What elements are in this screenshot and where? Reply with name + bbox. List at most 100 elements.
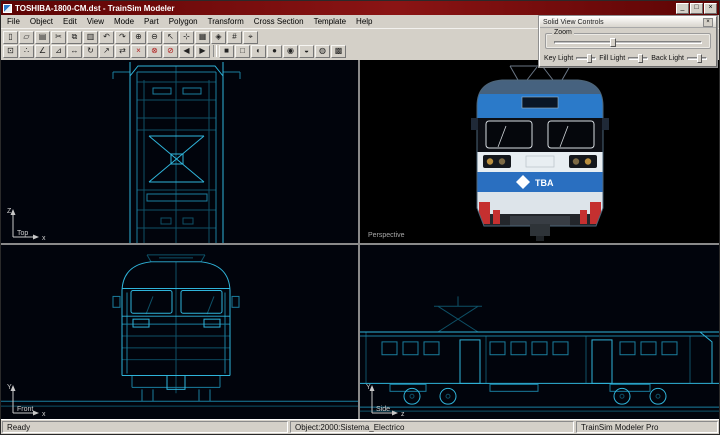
viewport-perspective[interactable]: TBA Perspective: [360, 60, 719, 243]
close-button[interactable]: ×: [704, 3, 717, 14]
palette-close-button[interactable]: ×: [703, 18, 713, 27]
new-file-icon[interactable]: ▯: [3, 31, 18, 44]
menu-item-object[interactable]: Object: [25, 15, 58, 28]
smooth-shade-mode-icon[interactable]: ●: [267, 45, 282, 58]
axis-up-label: Y: [7, 384, 12, 391]
wireframe-mode-icon[interactable]: ■: [219, 45, 234, 58]
window-title: TOSHIBA-1800-CM.dst - TrainSim Modeler: [15, 4, 174, 13]
paste-icon[interactable]: ▥: [83, 31, 98, 44]
key-light-label: Key Light: [544, 55, 573, 62]
side-view-wireframe: [360, 245, 719, 419]
redo-icon[interactable]: ↷: [115, 31, 130, 44]
menu-item-polygon[interactable]: Polygon: [164, 15, 203, 28]
toolbar-separator: [213, 45, 217, 57]
measure-icon[interactable]: #: [227, 31, 242, 44]
grid-icon[interactable]: ▦: [195, 31, 210, 44]
back-light-slider[interactable]: [687, 54, 707, 63]
pointer-icon[interactable]: ↖: [163, 31, 178, 44]
viewport-area: Z x Top: [1, 60, 719, 419]
zoom-groupbox: Zoom: [545, 33, 711, 49]
menu-item-part[interactable]: Part: [139, 15, 164, 28]
perspective-render: TBA: [360, 60, 719, 243]
hidden-line-mode-icon[interactable]: □: [235, 45, 250, 58]
next-part-icon[interactable]: ▶: [195, 45, 210, 58]
viewport-front[interactable]: Y x Front: [1, 245, 358, 419]
axis-right-label: x: [42, 235, 46, 241]
menu-item-view[interactable]: View: [82, 15, 109, 28]
palette-title: Solid View Controls: [543, 19, 604, 26]
zoom-label: Zoom: [552, 29, 574, 36]
tba-logo-text: TBA: [535, 178, 554, 188]
status-object: Object:2000:Sistema_Electrico: [290, 421, 574, 433]
zoom-slider-track: [554, 41, 702, 44]
solid-view-controls-panel: Solid View Controls × Zoom Key Light Fil…: [539, 16, 717, 67]
scale-icon[interactable]: ↗: [99, 45, 114, 58]
copy-icon[interactable]: ⧉: [67, 31, 82, 44]
texture-mode-icon[interactable]: ◍: [315, 45, 330, 58]
light-sliders-row: Key Light Fill Light Back Light: [540, 51, 716, 66]
minimize-button[interactable]: _: [676, 3, 689, 14]
axis-right-label: z: [401, 411, 405, 417]
top-view-wireframe: [1, 60, 358, 243]
top-view-axis-gizmo: Z x Top: [4, 205, 54, 241]
zoom-slider[interactable]: [554, 38, 702, 47]
mirror-icon[interactable]: ⇄: [115, 45, 130, 58]
snap-icon[interactable]: ◈: [211, 31, 226, 44]
status-ready: Ready: [2, 421, 288, 433]
open-file-icon[interactable]: ▱: [19, 31, 34, 44]
viewport-top[interactable]: Z x Top: [1, 60, 358, 243]
key-light-slider[interactable]: [576, 54, 596, 63]
zoom-in-icon[interactable]: ⊕: [131, 31, 146, 44]
menu-item-cross-section[interactable]: Cross Section: [249, 15, 309, 28]
menu-item-mode[interactable]: Mode: [109, 15, 139, 28]
statusbar: Ready Object:2000:Sistema_Electrico Trai…: [1, 419, 719, 434]
axis-right-label: x: [42, 411, 46, 417]
rotate-icon[interactable]: ↻: [83, 45, 98, 58]
maximize-button[interactable]: □: [690, 3, 703, 14]
menu-item-template[interactable]: Template: [309, 15, 351, 28]
front-view-axis-gizmo: Y x Front: [4, 381, 54, 417]
view-name-label: Top: [17, 230, 28, 237]
menu-item-transform[interactable]: Transform: [203, 15, 249, 28]
key-light-thumb[interactable]: [587, 54, 592, 63]
palette-titlebar[interactable]: Solid View Controls ×: [540, 17, 716, 28]
fill-light-thumb[interactable]: [638, 54, 643, 63]
flat-shade-mode-icon[interactable]: ◐: [251, 45, 266, 58]
highlight-mode-icon[interactable]: ◉: [283, 45, 298, 58]
full-render-mode-icon[interactable]: ▩: [331, 45, 346, 58]
delete-point-icon[interactable]: ×: [131, 45, 146, 58]
undo-icon[interactable]: ↶: [99, 31, 114, 44]
pantograph-lines: [510, 66, 570, 80]
pan-icon[interactable]: ⊹: [179, 31, 194, 44]
application-window: TOSHIBA-1800-CM.dst - TrainSim Modeler _…: [0, 0, 720, 435]
select-mode-icon[interactable]: ⊡: [3, 45, 18, 58]
view-name-label: Perspective: [368, 232, 405, 239]
two-light-mode-icon[interactable]: ◒: [299, 45, 314, 58]
menu-item-help[interactable]: Help: [351, 15, 377, 28]
camera-icon[interactable]: ⌖: [243, 31, 258, 44]
side-view-axis-gizmo: Y z Side: [363, 381, 413, 417]
view-name-label: Front: [17, 406, 33, 413]
prev-part-icon[interactable]: ◀: [179, 45, 194, 58]
status-product: TrainSim Modeler Pro: [576, 421, 718, 433]
zoom-out-icon[interactable]: ⊖: [147, 31, 162, 44]
edge-mode-icon[interactable]: ∠: [35, 45, 50, 58]
axis-up-label: Z: [7, 208, 12, 215]
menu-item-edit[interactable]: Edit: [58, 15, 82, 28]
back-light-thumb[interactable]: [697, 54, 702, 63]
save-icon[interactable]: ▤: [35, 31, 50, 44]
cut-icon[interactable]: ✂: [51, 31, 66, 44]
move-icon[interactable]: ↔: [67, 45, 82, 58]
viewport-side[interactable]: Y z Side: [360, 245, 719, 419]
view-name-label: Side: [376, 406, 390, 413]
delete-polygon-icon[interactable]: ⊗: [147, 45, 162, 58]
axis-up-label: Y: [366, 384, 371, 391]
hide-part-icon[interactable]: ⊘: [163, 45, 178, 58]
titlebar[interactable]: TOSHIBA-1800-CM.dst - TrainSim Modeler _…: [1, 1, 719, 15]
app-icon: [3, 4, 12, 13]
face-mode-icon[interactable]: ⊿: [51, 45, 66, 58]
menu-item-file[interactable]: File: [2, 15, 25, 28]
zoom-slider-thumb[interactable]: [610, 38, 616, 47]
fill-light-slider[interactable]: [628, 54, 648, 63]
vertex-mode-icon[interactable]: ∴: [19, 45, 34, 58]
